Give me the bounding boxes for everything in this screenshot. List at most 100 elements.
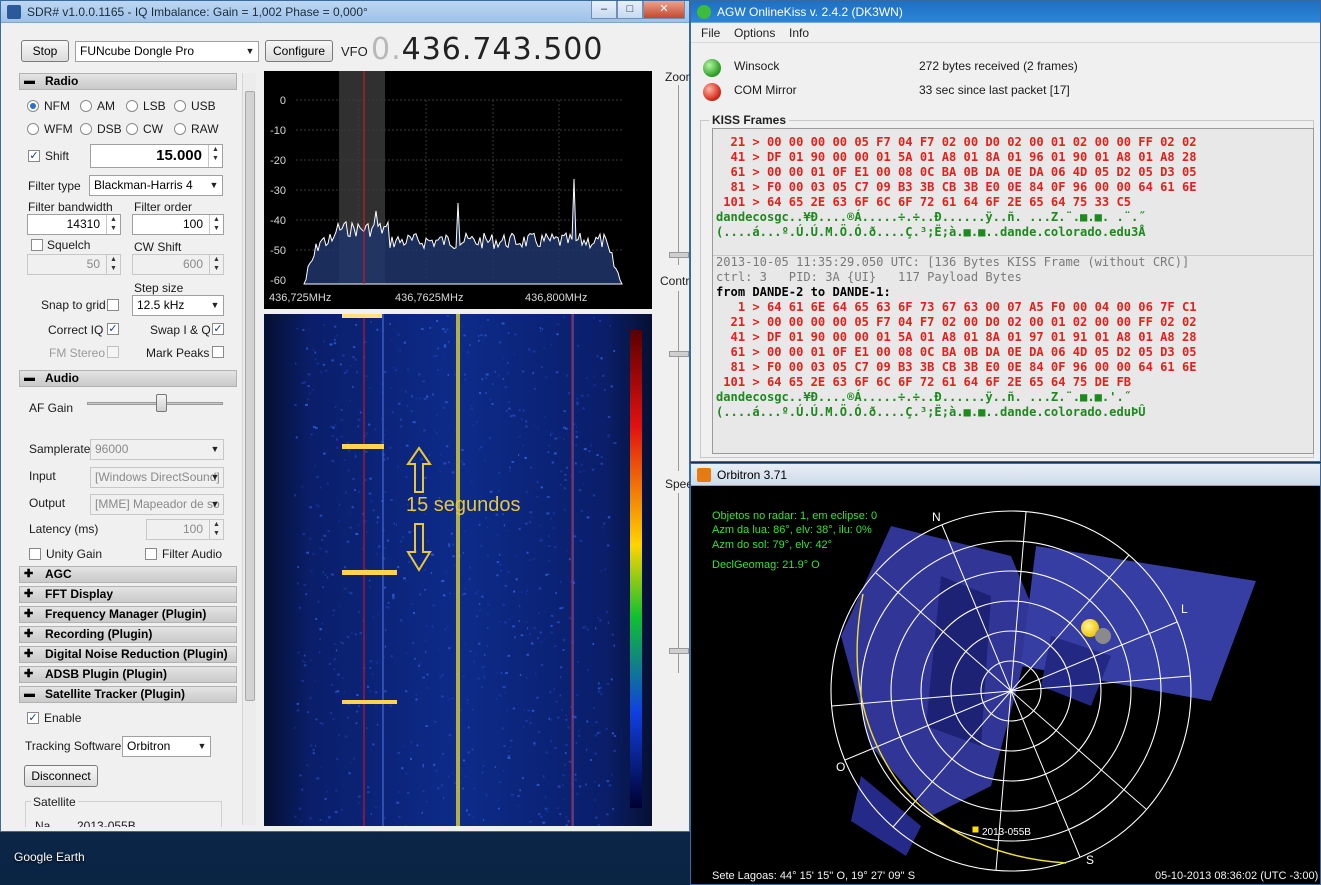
section-satellite-tracker[interactable]: ▬ Satellite Tracker (Plugin)	[19, 686, 237, 703]
section-label: Satellite Tracker (Plugin)	[45, 687, 186, 701]
mode-radio-usb[interactable]	[174, 100, 186, 112]
squelch-checkbox[interactable]	[31, 239, 43, 251]
disconnect-button[interactable]: Disconnect	[24, 765, 98, 787]
spinner-icon[interactable]: ▲ ▼	[209, 520, 223, 539]
menu-file[interactable]: File	[701, 26, 720, 40]
af-gain-slider-track[interactable]	[87, 402, 223, 405]
shift-label: Shift	[45, 149, 70, 163]
af-gain-slider-thumb[interactable]	[156, 394, 167, 412]
spinner-icon[interactable]: ▲ ▼	[209, 215, 223, 234]
spinner-icon[interactable]: ▲ ▼	[209, 255, 223, 274]
kiss-log-line: (....á...º.Ú.Ú.M.Ö.Ó.ð....Ç.³;Ë;à.■.■..d…	[716, 225, 1146, 239]
mode-radio-cw[interactable]	[126, 123, 138, 135]
kiss-log-line: from DANDE-2 to DANDE-1:	[716, 285, 891, 299]
swap-iq-checkbox[interactable]: ✓	[212, 323, 224, 335]
radio-header-label: Radio	[45, 74, 79, 88]
fm-stereo-checkbox[interactable]	[107, 346, 119, 358]
spinner-icon[interactable]: ▲ ▼	[208, 145, 222, 167]
menu-options[interactable]: Options	[734, 26, 775, 40]
section-recording[interactable]: ✚ Recording (Plugin)	[19, 626, 237, 643]
scrollbar-thumb[interactable]	[245, 91, 255, 701]
mode-radio-lsb[interactable]	[126, 100, 138, 112]
section-agc[interactable]: ✚ AGC	[19, 566, 237, 583]
vfo-leading-digit: 0.	[371, 32, 402, 67]
shift-input[interactable]: 15.000 ▲ ▼	[90, 144, 223, 168]
chevron-down-icon: ▼	[210, 444, 220, 454]
expand-icon: ✚	[24, 648, 34, 660]
section-noise-reduction[interactable]: ✚ Digital Noise Reduction (Plugin)	[19, 646, 237, 663]
section-label: AGC	[45, 567, 72, 581]
step-size-select[interactable]: 12.5 kHz ▼	[132, 295, 224, 316]
contrast-slider-track[interactable]	[678, 291, 679, 471]
fft-y-tick: 0	[280, 95, 286, 107]
mode-radio-nfm[interactable]	[27, 100, 39, 112]
spinner-icon[interactable]: ▲ ▼	[106, 255, 120, 274]
device-select[interactable]: FUNcube Dongle Pro ▼	[75, 41, 259, 62]
spinner-icon[interactable]: ▲ ▼	[106, 215, 120, 234]
kiss-log-line: 21 > 00 00 00 00 05 F7 04 F7 02 00 D0 02…	[716, 315, 1197, 329]
left-panel-scrollbar[interactable]	[242, 73, 256, 825]
samplerate-select[interactable]: 96000 ▼	[90, 439, 224, 460]
vfo-display[interactable]: 0.436.743.500	[371, 32, 603, 67]
stop-button[interactable]: Stop	[21, 40, 69, 62]
radio-section-header[interactable]: ▬ Radio	[19, 73, 237, 90]
mode-label-cw: CW	[143, 122, 163, 136]
correct-iq-checkbox[interactable]: ✓	[107, 323, 119, 335]
waterfall-display[interactable]: 15 segundos	[264, 314, 652, 828]
fft-y-tick: -20	[270, 155, 286, 167]
sdr-window: SDR# v1.0.0.1165 - IQ Imbalance: Gain = …	[0, 0, 696, 832]
section-label: Digital Noise Reduction (Plugin)	[45, 647, 228, 661]
mark-peaks-label: Mark Peaks	[146, 346, 210, 360]
unity-gain-checkbox[interactable]	[29, 548, 41, 560]
orbitron-titlebar[interactable]: Orbitron 3.71	[691, 464, 1320, 486]
contrast-slider-thumb[interactable]	[669, 351, 689, 357]
filter-order-input[interactable]: 100 ▲ ▼	[132, 214, 224, 235]
section-fft-display[interactable]: ✚ FFT Display	[19, 586, 237, 603]
squelch-label: Squelch	[47, 238, 91, 252]
menu-info[interactable]: Info	[789, 26, 809, 40]
minimize-button[interactable]: –	[591, 1, 617, 19]
mode-radio-raw[interactable]	[174, 123, 186, 135]
tracking-software-select[interactable]: Orbitron ▼	[122, 736, 211, 757]
squelch-input[interactable]: 50 ▲ ▼	[27, 254, 121, 275]
mode-radio-dsb[interactable]	[80, 123, 92, 135]
close-button[interactable]: ✕	[643, 1, 685, 19]
shift-checkbox[interactable]: ✓	[28, 150, 40, 162]
latency-value: 100	[182, 522, 203, 536]
audio-section-header[interactable]: ▬ Audio	[19, 370, 237, 387]
configure-button[interactable]: Configure	[265, 40, 333, 62]
kiss-frames-log[interactable]: 21 > 00 00 00 00 05 F7 04 F7 02 00 D0 02…	[712, 128, 1314, 454]
mark-peaks-checkbox[interactable]	[212, 346, 224, 358]
maximize-button[interactable]: □	[617, 1, 643, 19]
mode-radio-am[interactable]	[80, 100, 92, 112]
zoom-slider-track[interactable]	[678, 85, 679, 265]
fft-spectrum-display[interactable]: 0 -10 -20 -30 -40 -50 -60 436,725MHz 436…	[264, 71, 652, 309]
arrow-up-icon	[404, 446, 434, 494]
mode-radio-wfm[interactable]	[27, 123, 39, 135]
filter-audio-checkbox[interactable]	[145, 548, 157, 560]
cw-shift-input[interactable]: 600 ▲ ▼	[132, 254, 224, 275]
tracker-enable-checkbox[interactable]: ✓	[27, 712, 39, 724]
mode-label-am: AM	[97, 99, 115, 113]
filter-type-select[interactable]: Blackman-Harris 4 ▼	[89, 175, 223, 196]
input-select[interactable]: [Windows DirectSound] ▼	[90, 467, 224, 488]
desktop-icon-label[interactable]: Google Earth	[14, 850, 85, 864]
mode-label-usb: USB	[191, 99, 216, 113]
mode-label-raw: RAW	[191, 122, 219, 136]
expand-icon: ✚	[24, 588, 34, 600]
snap-to-grid-checkbox[interactable]	[107, 299, 119, 311]
agw-titlebar[interactable]: AGW OnlineKiss v. 2.4.2 (DK3WN)	[691, 1, 1320, 23]
fm-stereo-label: FM Stereo	[49, 346, 106, 360]
speed-slider-thumb[interactable]	[669, 648, 689, 654]
zoom-slider-thumb[interactable]	[669, 252, 689, 258]
section-adsb[interactable]: ✚ ADSB Plugin (Plugin)	[19, 666, 237, 683]
filter-bandwidth-input[interactable]: 14310 ▲ ▼	[27, 214, 121, 235]
output-select[interactable]: [MME] Mapeador de so ▼	[90, 494, 224, 515]
speed-slider-track[interactable]	[678, 493, 679, 673]
sdr-titlebar[interactable]: SDR# v1.0.0.1165 - IQ Imbalance: Gain = …	[1, 1, 689, 23]
section-frequency-manager[interactable]: ✚ Frequency Manager (Plugin)	[19, 606, 237, 623]
section-label: ADSB Plugin (Plugin)	[45, 667, 167, 681]
cardinal-n: N	[932, 510, 941, 524]
filter-type-value: Blackman-Harris 4	[94, 178, 193, 192]
latency-input[interactable]: 100 ▲ ▼	[146, 519, 224, 540]
